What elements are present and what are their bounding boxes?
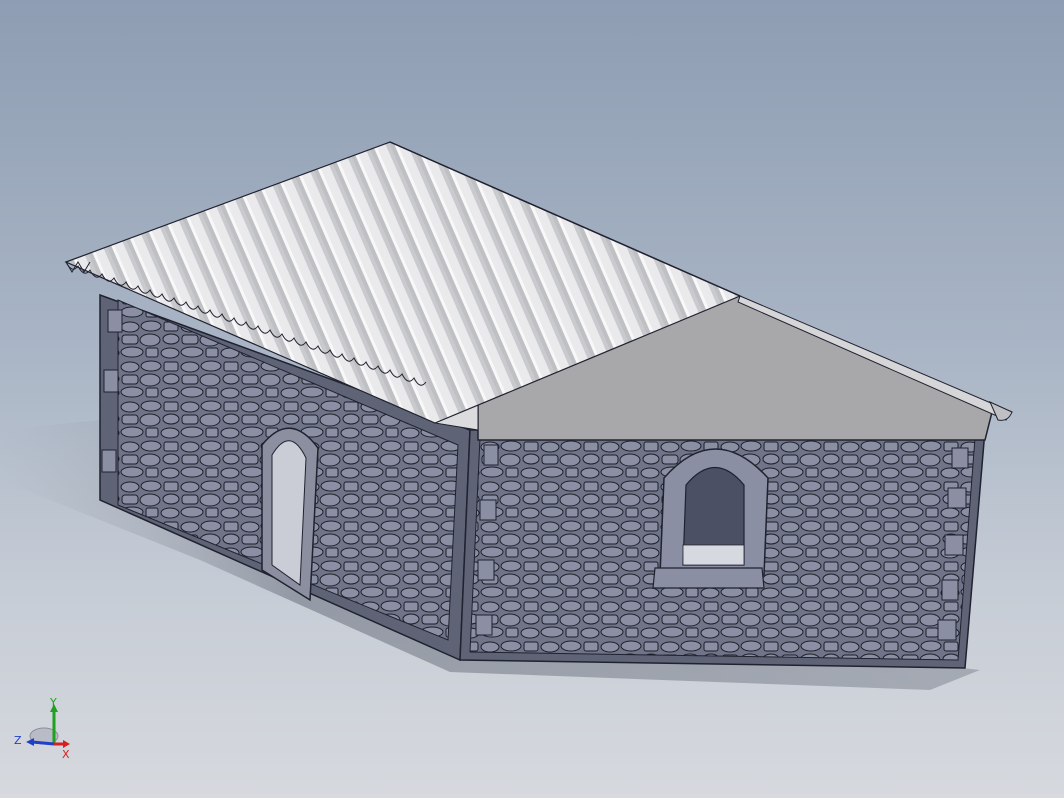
cad-viewport[interactable]: Y X Z <box>0 0 1064 798</box>
z-axis-label: Z <box>14 734 22 747</box>
window-reveal <box>682 544 745 566</box>
z-axis-icon <box>31 740 55 746</box>
x-arrow-icon <box>63 740 70 748</box>
coordinate-triad[interactable]: Y X Z <box>10 696 80 766</box>
side-door-opening[interactable] <box>271 440 307 586</box>
z-arrow-icon <box>26 738 34 746</box>
x-axis-label: X <box>62 748 70 761</box>
window-sill <box>652 567 765 589</box>
building-model[interactable] <box>0 0 1064 798</box>
y-axis-label: Y <box>49 696 57 709</box>
